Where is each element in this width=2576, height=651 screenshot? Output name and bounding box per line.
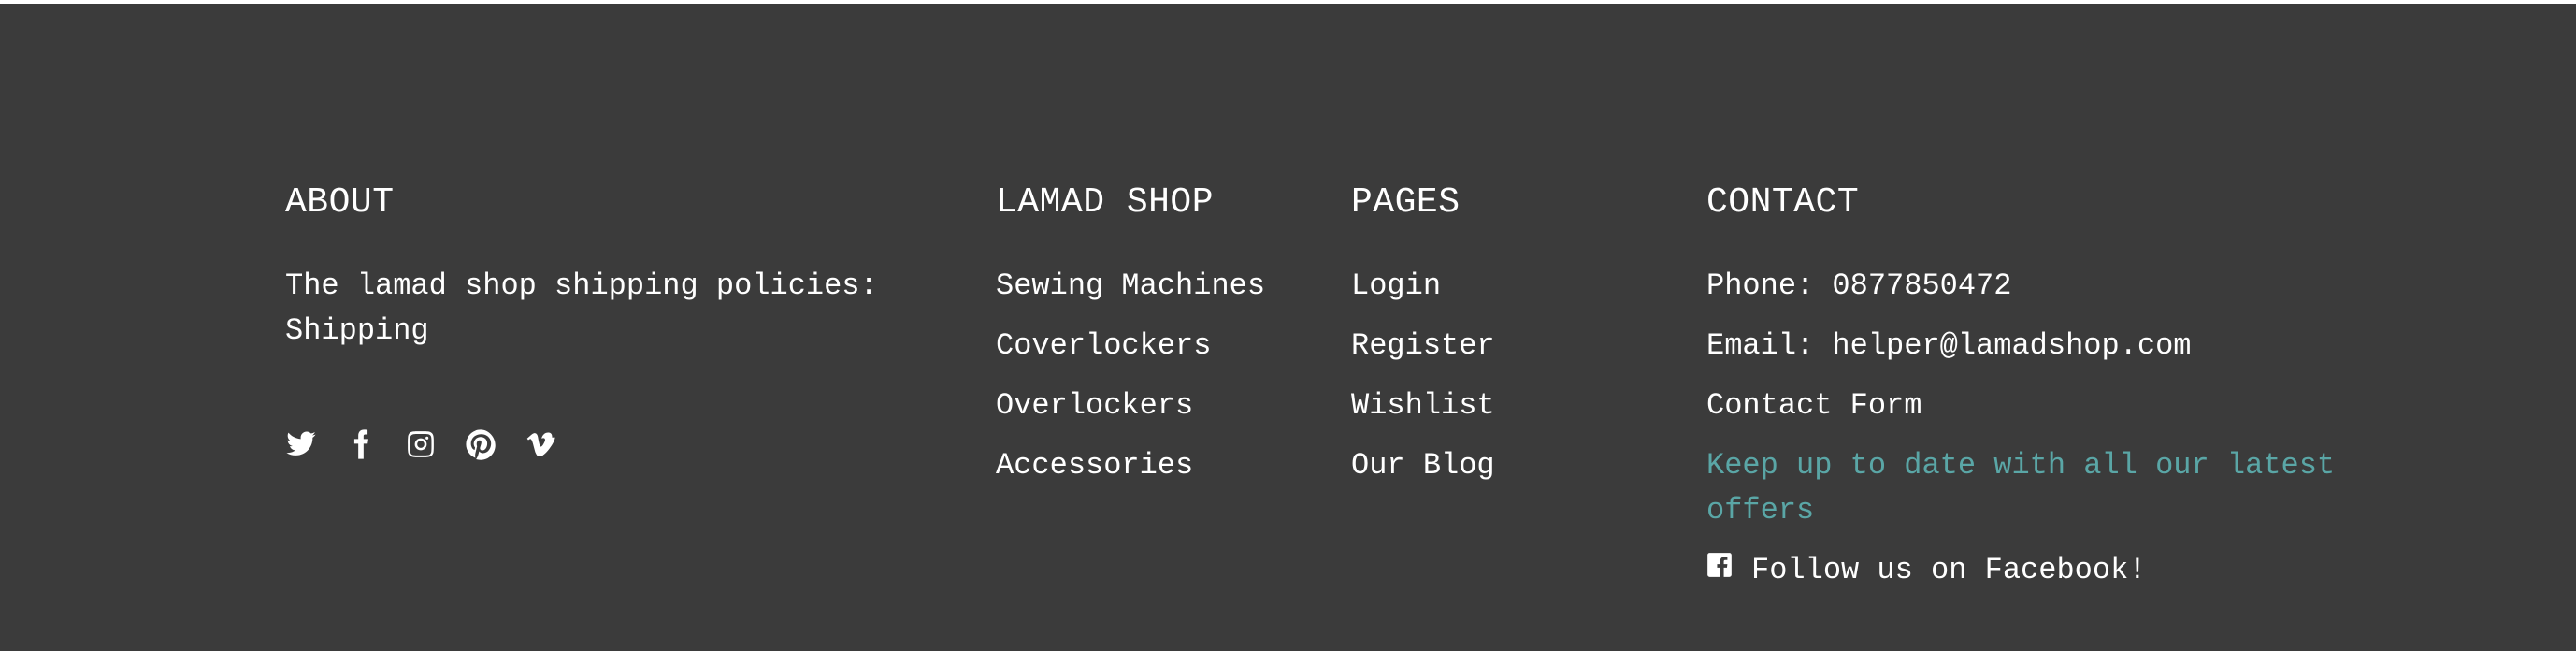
contact-phone[interactable]: Phone: 0877850472 — [1706, 264, 2380, 309]
list-item: Coverlockers — [996, 324, 1332, 369]
list-item: Sewing Machines — [996, 264, 1332, 309]
contact-list: Phone: 0877850472 Email: helper@lamadsho… — [1706, 264, 2380, 593]
pages-link-our-blog[interactable]: Our Blog — [1351, 448, 1495, 483]
contact-heading: CONTACT — [1706, 182, 1860, 223]
contact-form-link[interactable]: Contact Form — [1706, 383, 2380, 428]
list-item: Register — [1351, 324, 1688, 369]
pages-link-register[interactable]: Register — [1351, 328, 1495, 363]
twitter-icon[interactable] — [285, 428, 317, 460]
footer-about-column: ABOUT The lamad shop shipping policies: … — [285, 178, 940, 460]
about-text: The lamad shop shipping policies: Shippi… — [285, 268, 878, 348]
list-item: Wishlist — [1351, 383, 1688, 428]
top-border — [0, 0, 2576, 4]
pages-link-login[interactable]: Login — [1351, 268, 1441, 303]
facebook-follow-link[interactable]: Follow us on Facebook! — [1706, 548, 2380, 593]
facebook-follow-text: Follow us on Facebook! — [1751, 553, 2147, 587]
shop-link-coverlockers[interactable]: Coverlockers — [996, 328, 1211, 363]
shop-link-accessories[interactable]: Accessories — [996, 448, 1193, 483]
footer-contact-column: CONTACT Phone: 0877850472 Email: helper@… — [1706, 178, 2380, 608]
vimeo-icon[interactable] — [525, 428, 556, 460]
shop-link-sewing-machines[interactable]: Sewing Machines — [996, 268, 1265, 303]
shop-heading: LAMAD SHOP — [996, 182, 1215, 223]
list-item: Our Blog — [1351, 443, 1688, 488]
list-item: Login — [1351, 264, 1688, 309]
contact-email[interactable]: Email: helper@lamadshop.com — [1706, 324, 2380, 369]
footer-pages-column: PAGES Login Register Wishlist Our Blog — [1351, 178, 1688, 503]
about-heading: ABOUT — [285, 182, 395, 223]
instagram-icon[interactable] — [405, 428, 437, 460]
newsletter-text: Keep up to date with all our latest offe… — [1706, 448, 2336, 528]
footer-shop-column: LAMAD SHOP Sewing Machines Coverlockers … — [996, 178, 1332, 503]
pinterest-icon[interactable] — [465, 428, 496, 460]
facebook-square-icon — [1706, 548, 1733, 593]
list-item: Accessories — [996, 443, 1332, 488]
list-item: Overlockers — [996, 383, 1332, 428]
shop-links: Sewing Machines Coverlockers Overlockers… — [996, 264, 1332, 488]
social-links — [285, 428, 940, 460]
pages-heading: PAGES — [1351, 182, 1461, 223]
pages-links: Login Register Wishlist Our Blog — [1351, 264, 1688, 488]
pages-link-wishlist[interactable]: Wishlist — [1351, 388, 1495, 423]
facebook-icon[interactable] — [345, 428, 377, 460]
shop-link-overlockers[interactable]: Overlockers — [996, 388, 1193, 423]
